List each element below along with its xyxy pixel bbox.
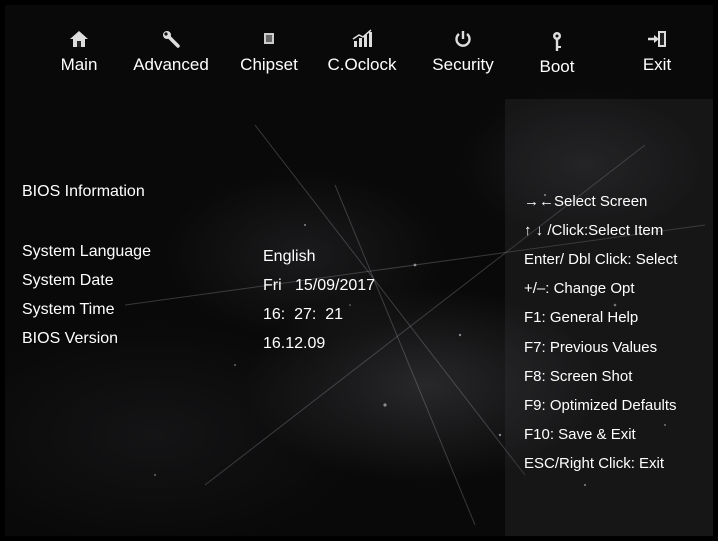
help-line-change-opt: +/–: Change Opt: [524, 280, 635, 297]
tab-coclock-label: C.Oclock: [327, 55, 397, 74]
tab-security-label: Security: [432, 55, 494, 74]
field-value-system-language[interactable]: English: [263, 247, 315, 267]
help-line-previous-values: F7: Previous Values: [524, 339, 658, 356]
field-label-system-time: System Time: [22, 301, 115, 318]
tab-exit-label: Exit: [642, 55, 672, 74]
tab-main[interactable]: Main: [49, 29, 109, 75]
tab-chipset[interactable]: Chipset: [231, 29, 307, 75]
section-title: BIOS Information: [22, 183, 145, 200]
bios-screen: Main Advanced Chipset C.Oclock Security …: [5, 5, 713, 536]
field-label-system-language: System Language: [22, 243, 151, 260]
help-line-save-exit: F10: Save & Exit: [524, 426, 636, 443]
tab-security[interactable]: Security: [419, 29, 507, 75]
tab-exit[interactable]: Exit: [627, 29, 687, 75]
tab-advanced-label: Advanced: [133, 55, 209, 74]
tab-coclock[interactable]: C.Oclock: [317, 29, 407, 75]
field-value-bios-version: 16.12.09: [263, 335, 326, 352]
help-line-screen-shot: F8: Screen Shot: [524, 368, 633, 385]
help-line-optimized-defaults: F9: Optimized Defaults: [524, 397, 677, 414]
tab-boot-label: Boot: [539, 57, 575, 76]
chip-icon: [231, 29, 307, 53]
field-value-system-time[interactable]: 16: 27: 21: [263, 305, 343, 325]
help-line-select-item: ↑ ↓ /Click:Select Item: [524, 222, 664, 239]
tab-chipset-label: Chipset: [240, 55, 298, 74]
tab-advanced[interactable]: Advanced: [121, 29, 221, 75]
top-menu-bar: Main Advanced Chipset C.Oclock Security …: [5, 5, 713, 95]
key-icon: [527, 31, 587, 55]
power-icon: [419, 29, 507, 53]
field-label-bios-version: BIOS Version: [22, 330, 119, 347]
bios-frame: Main Advanced Chipset C.Oclock Security …: [0, 0, 718, 541]
home-icon: [49, 29, 109, 53]
tab-boot[interactable]: Boot: [527, 31, 587, 77]
field-value-system-date[interactable]: Fri 15/09/2017: [263, 276, 375, 296]
bar-chart-icon: [317, 29, 407, 53]
help-line-enter-select: Enter/ Dbl Click: Select: [524, 251, 678, 268]
exit-icon: [627, 29, 687, 53]
help-line-general-help: F1: General Help: [524, 309, 639, 326]
tab-main-label: Main: [60, 55, 98, 74]
help-line-esc-exit: ESC/Right Click: Exit: [524, 455, 665, 472]
help-line-select-screen: →←Select Screen: [524, 193, 648, 210]
wrench-icon: [121, 29, 221, 53]
field-label-system-date: System Date: [22, 272, 114, 289]
